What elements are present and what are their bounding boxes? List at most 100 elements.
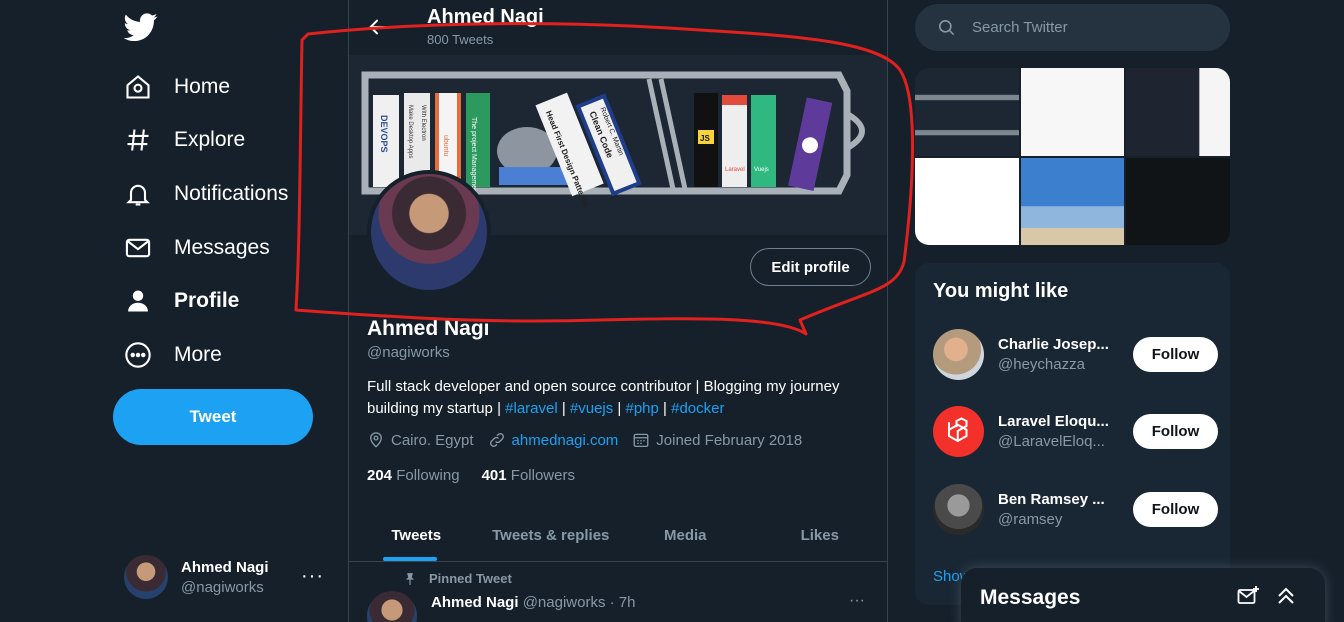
media-thumbnail[interactable]	[1020, 68, 1125, 156]
profile-location: Cairo. Egypt	[367, 431, 474, 449]
search-box[interactable]	[915, 4, 1230, 51]
media-thumbnail[interactable]	[1126, 157, 1230, 245]
nav-explore-label: Explore	[174, 128, 246, 151]
suggestion-item[interactable]: Ben Ramsey ... @ramsey Follow	[933, 483, 1218, 535]
media-thumbnail[interactable]	[915, 68, 1019, 156]
pinned-tweet-label: Pinned Tweet	[403, 571, 512, 586]
nav-notifications-label: Notifications	[174, 182, 289, 205]
book-devops-label: DEVOPS	[379, 115, 389, 153]
profile-website-link[interactable]: ahmednagi.com	[512, 432, 619, 449]
back-arrow-icon[interactable]	[367, 16, 389, 38]
suggestion-name: Ben Ramsey ...	[998, 490, 1105, 508]
media-thumbnail[interactable]	[1020, 157, 1125, 245]
tab-tweets-replies[interactable]: Tweets & replies	[484, 510, 619, 561]
link-icon	[489, 433, 504, 447]
pinned-label-text: Pinned Tweet	[429, 571, 512, 586]
book-electron-title: Make Desktop Apps	[407, 105, 413, 158]
header-title: Ahmed Nagi	[427, 6, 544, 28]
book-vuejs-label: Vuejs	[754, 167, 769, 173]
calendar-icon	[633, 433, 649, 448]
suggestion-handle: @ramsey	[998, 510, 1063, 528]
follow-button[interactable]: Follow	[1133, 413, 1218, 449]
book-ubuntu-label: ubuntu	[442, 135, 449, 157]
profile-tabs: Tweets Tweets & replies Media Likes	[349, 510, 887, 562]
tweet-more-icon[interactable]: ···	[849, 592, 865, 610]
suggestion-name: Laravel Eloqu...	[998, 412, 1109, 430]
follow-button[interactable]: Follow	[1133, 336, 1218, 372]
account-switcher[interactable]: Ahmed Nagi @nagiworks ···	[124, 553, 334, 601]
following-link[interactable]: 204 Following	[367, 467, 460, 484]
account-name: Ahmed Nagi	[181, 558, 269, 576]
nav-home[interactable]: Home	[124, 65, 230, 109]
hashtag-php-link[interactable]: #php	[626, 400, 659, 417]
nav-notifications[interactable]: Notifications	[124, 172, 288, 216]
suggestion-handle: @LaravelEloq...	[998, 432, 1105, 450]
suggestion-handle: @heychazza	[998, 355, 1085, 373]
profile-location-text: Cairo. Egypt	[391, 431, 474, 449]
tab-likes[interactable]: Likes	[753, 510, 888, 561]
suggestion-item[interactable]: Laravel Eloqu... @LaravelEloq... Follow	[933, 405, 1218, 457]
nav-profile-label: Profile	[174, 289, 240, 312]
followers-label: Followers	[510, 467, 575, 484]
nav-profile[interactable]: Profile	[124, 279, 239, 323]
twitter-logo-icon[interactable]	[124, 10, 158, 44]
more-circle-icon	[125, 342, 151, 368]
account-more-icon: ···	[301, 565, 324, 587]
new-message-icon[interactable]	[1236, 584, 1260, 608]
collapse-chevrons-icon[interactable]	[1274, 584, 1298, 608]
followers-link[interactable]: 401 Followers	[482, 467, 575, 484]
left-navigation: Home Explore Notifications Messages Prof…	[0, 0, 348, 622]
envelope-icon	[125, 238, 151, 258]
profile-joined: Joined February 2018	[632, 431, 802, 449]
nav-more-label: More	[174, 343, 222, 366]
following-label: Following	[396, 467, 460, 484]
nav-explore[interactable]: Explore	[124, 118, 245, 162]
suggestion-avatar	[933, 483, 984, 535]
suggestion-item[interactable]: Charlie Josep... @heychazza Follow	[933, 328, 1218, 380]
profile-name: Ahmed Nagi	[367, 317, 490, 340]
book-js-label: JS	[700, 134, 710, 143]
tweet-header: Ahmed Nagi @nagiworks · 7h	[431, 594, 635, 611]
tweet-author-name[interactable]: Ahmed Nagi	[431, 594, 519, 611]
messages-dock[interactable]: Messages	[961, 568, 1325, 622]
hashtag-laravel-link[interactable]: #laravel	[505, 400, 558, 417]
account-handle: @nagiworks	[181, 578, 264, 596]
header-tweet-count: 800 Tweets	[427, 32, 494, 47]
hashtag-vuejs-link[interactable]: #vuejs	[570, 400, 613, 417]
bio-separator: |	[613, 400, 626, 417]
tweet-button[interactable]: Tweet	[113, 389, 313, 445]
search-icon	[938, 19, 955, 36]
followers-count: 401	[481, 467, 507, 484]
media-thumbnail[interactable]	[1126, 68, 1230, 156]
profile-avatar[interactable]	[367, 170, 491, 294]
tab-tweets[interactable]: Tweets	[349, 510, 484, 561]
media-grid	[915, 68, 1230, 245]
bio-separator: |	[557, 400, 570, 417]
following-count: 204	[367, 467, 393, 484]
follow-button[interactable]: Follow	[1133, 491, 1218, 527]
suggestion-avatar	[933, 328, 984, 380]
tab-media[interactable]: Media	[618, 510, 753, 561]
account-avatar	[124, 555, 168, 599]
nav-messages-label: Messages	[174, 236, 270, 259]
home-icon	[126, 75, 150, 99]
profile-meta: Cairo. Egypt ahmednagi.com Joined Februa…	[367, 431, 802, 449]
person-icon	[128, 290, 148, 312]
bio-separator: |	[658, 400, 672, 417]
book-laravel-label: Laravel	[725, 167, 745, 173]
profile-bio: Full stack developer and open source con…	[367, 376, 867, 420]
profile-joined-text: Joined February 2018	[656, 431, 803, 449]
nav-home-label: Home	[174, 75, 231, 98]
who-to-follow-title: You might like	[933, 280, 1069, 302]
hashtag-docker-link[interactable]: #docker	[671, 400, 724, 417]
search-input[interactable]	[972, 19, 1212, 36]
nav-messages[interactable]: Messages	[124, 226, 270, 270]
profile-column: Ahmed Nagi 800 Tweets DEVOPS Make Deskto…	[348, 0, 888, 622]
suggestion-name: Charlie Josep...	[998, 335, 1109, 353]
media-thumbnail[interactable]	[915, 157, 1019, 245]
book-electron-subtitle: With Electron	[420, 105, 426, 141]
nav-more[interactable]: More	[124, 333, 222, 377]
profile-website: ahmednagi.com	[488, 431, 619, 449]
edit-profile-button[interactable]: Edit profile	[750, 248, 871, 286]
tweet-avatar[interactable]	[367, 591, 417, 622]
